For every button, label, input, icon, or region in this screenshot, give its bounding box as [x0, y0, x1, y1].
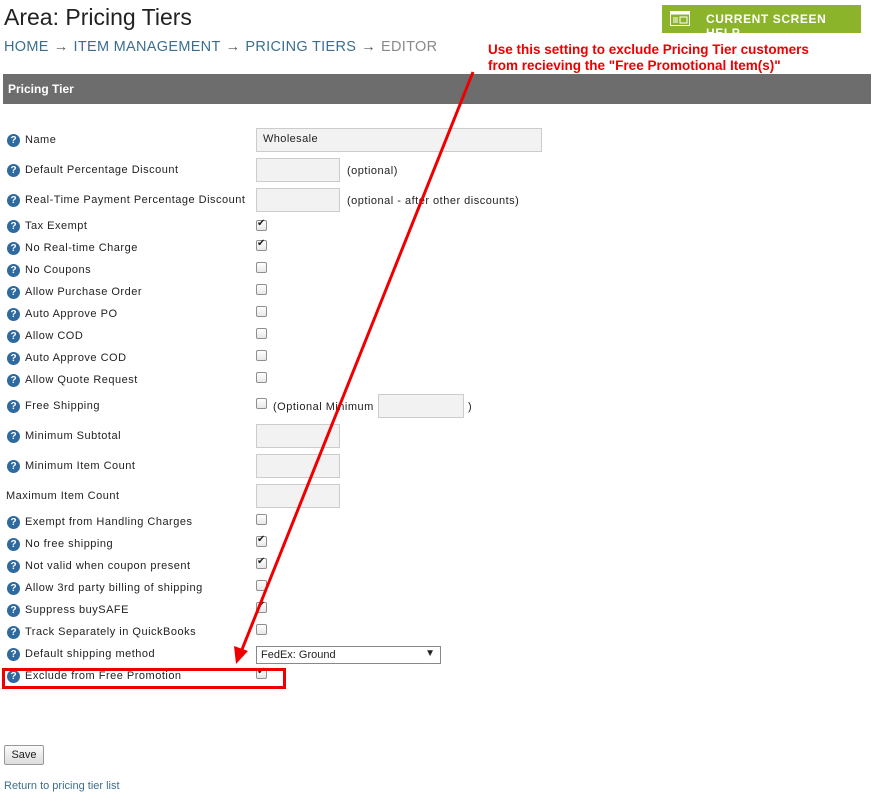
annotation-line: from recieving the "Free Promotional Ite…	[488, 58, 781, 73]
tax-exempt-label: Tax Exempt	[25, 220, 88, 232]
breadcrumb-separator: →	[225, 39, 241, 55]
help-icon[interactable]: ?	[7, 626, 20, 639]
breadcrumb-separator: →	[361, 39, 377, 55]
auto-approve-po-label: Auto Approve PO	[25, 308, 118, 320]
default-percentage-hint: (optional)	[347, 165, 398, 177]
help-icon[interactable]: ?	[7, 430, 20, 443]
minimum-item-count-label: Minimum Item Count	[25, 460, 136, 472]
help-icon[interactable]: ?	[7, 286, 20, 299]
breadcrumb-separator: →	[53, 39, 69, 55]
not-valid-coupon-label: Not valid when coupon present	[25, 560, 191, 572]
track-quickbooks-label: Track Separately in QuickBooks	[25, 626, 197, 638]
track-quickbooks-checkbox[interactable]	[256, 624, 267, 635]
help-icon[interactable]: ?	[7, 308, 20, 321]
third-party-billing-label: Allow 3rd party billing of shipping	[25, 582, 203, 594]
name-label: Name	[25, 134, 57, 146]
default-shipping-value: FedEx: Ground	[261, 649, 336, 661]
breadcrumb-item-management[interactable]: ITEM MANAGEMENT	[74, 39, 221, 55]
allow-cod-checkbox[interactable]	[256, 328, 267, 339]
default-percentage-label: Default Percentage Discount	[25, 164, 179, 176]
no-coupons-label: No Coupons	[25, 264, 92, 276]
help-icon[interactable]: ?	[7, 264, 20, 277]
help-icon[interactable]: ?	[7, 604, 20, 617]
allow-po-label: Allow Purchase Order	[25, 286, 142, 298]
realtime-percentage-label: Real-Time Payment Percentage Discount	[25, 194, 246, 206]
no-free-shipping-label: No free shipping	[25, 538, 114, 550]
name-input[interactable]: Wholesale	[256, 128, 542, 152]
allow-quote-label: Allow Quote Request	[25, 374, 138, 386]
screen-help-icon	[670, 11, 690, 26]
annotation-callout: Use this setting to exclude Pricing Tier…	[488, 42, 809, 74]
third-party-billing-checkbox[interactable]	[256, 580, 267, 591]
no-free-shipping-checkbox[interactable]	[256, 534, 267, 547]
auto-approve-cod-checkbox[interactable]	[256, 350, 267, 361]
maximum-item-count-input[interactable]	[256, 484, 340, 508]
help-icon[interactable]: ?	[7, 538, 20, 551]
breadcrumb-editor: EDITOR	[381, 39, 438, 55]
auto-approve-po-checkbox[interactable]	[256, 306, 267, 317]
maximum-item-count-label: Maximum Item Count	[6, 490, 120, 502]
help-icon[interactable]: ?	[7, 194, 20, 207]
help-icon[interactable]: ?	[7, 330, 20, 343]
breadcrumb: HOME → ITEM MANAGEMENT → PRICING TIERS → EDITO…	[4, 39, 437, 55]
default-shipping-select[interactable]: FedEx: Ground ▼	[256, 646, 441, 664]
free-shipping-label: Free Shipping	[25, 400, 100, 412]
help-icon[interactable]: ?	[7, 220, 20, 233]
no-realtime-charge-checkbox[interactable]	[256, 238, 267, 251]
realtime-percentage-input[interactable]	[256, 188, 340, 212]
help-icon[interactable]: ?	[7, 560, 20, 573]
minimum-subtotal-label: Minimum Subtotal	[25, 430, 122, 442]
default-shipping-label: Default shipping method	[25, 648, 156, 660]
breadcrumb-home[interactable]: HOME	[4, 39, 49, 55]
help-icon[interactable]: ?	[7, 374, 20, 387]
free-shipping-minimum-input[interactable]	[378, 394, 464, 418]
save-button[interactable]: Save	[4, 745, 44, 765]
allow-quote-checkbox[interactable]	[256, 372, 267, 383]
help-icon[interactable]: ?	[7, 516, 20, 529]
help-icon[interactable]: ?	[7, 352, 20, 365]
page-title: Area: Pricing Tiers	[4, 4, 192, 30]
help-icon[interactable]: ?	[7, 242, 20, 255]
suppress-buysafe-label: Suppress buySAFE	[25, 604, 129, 616]
suppress-buysafe-checkbox[interactable]	[256, 600, 267, 613]
help-icon[interactable]: ?	[7, 460, 20, 473]
help-icon[interactable]: ?	[7, 400, 20, 413]
allow-cod-label: Allow COD	[25, 330, 84, 342]
free-shipping-checkbox[interactable]	[256, 398, 267, 409]
current-screen-help-button[interactable]: CURRENT SCREEN HELP	[662, 5, 861, 40]
no-coupons-checkbox[interactable]	[256, 262, 267, 273]
tax-exempt-checkbox[interactable]	[256, 218, 267, 231]
help-icon[interactable]: ?	[7, 164, 20, 177]
section-title: Pricing Tier	[8, 82, 74, 96]
breadcrumb-pricing-tiers[interactable]: PRICING TIERS	[245, 39, 356, 55]
not-valid-coupon-checkbox[interactable]	[256, 556, 267, 569]
auto-approve-cod-label: Auto Approve COD	[25, 352, 127, 364]
exempt-handling-label: Exempt from Handling Charges	[25, 516, 193, 528]
free-shipping-minimum-hint: (Optional Minimum	[273, 401, 374, 413]
section-header: Pricing Tier	[3, 74, 871, 104]
minimum-subtotal-input[interactable]	[256, 424, 340, 448]
help-icon[interactable]: ?	[7, 648, 20, 661]
allow-po-checkbox[interactable]	[256, 284, 267, 295]
free-shipping-hint-close: )	[468, 401, 473, 413]
no-realtime-charge-label: No Real-time Charge	[25, 242, 138, 254]
realtime-percentage-hint: (optional - after other discounts)	[347, 195, 520, 207]
help-icon[interactable]: ?	[7, 134, 20, 147]
dropdown-arrow-icon: ▼	[425, 648, 435, 659]
exempt-handling-checkbox[interactable]	[256, 514, 267, 525]
default-percentage-input[interactable]	[256, 158, 340, 182]
help-icon[interactable]: ?	[7, 582, 20, 595]
minimum-item-count-input[interactable]	[256, 454, 340, 478]
help-button-label: CURRENT SCREEN HELP	[706, 12, 827, 40]
highlight-box	[2, 668, 286, 689]
return-to-list-link[interactable]: Return to pricing tier list	[4, 780, 120, 792]
annotation-line: Use this setting to exclude Pricing Tier…	[488, 42, 809, 57]
